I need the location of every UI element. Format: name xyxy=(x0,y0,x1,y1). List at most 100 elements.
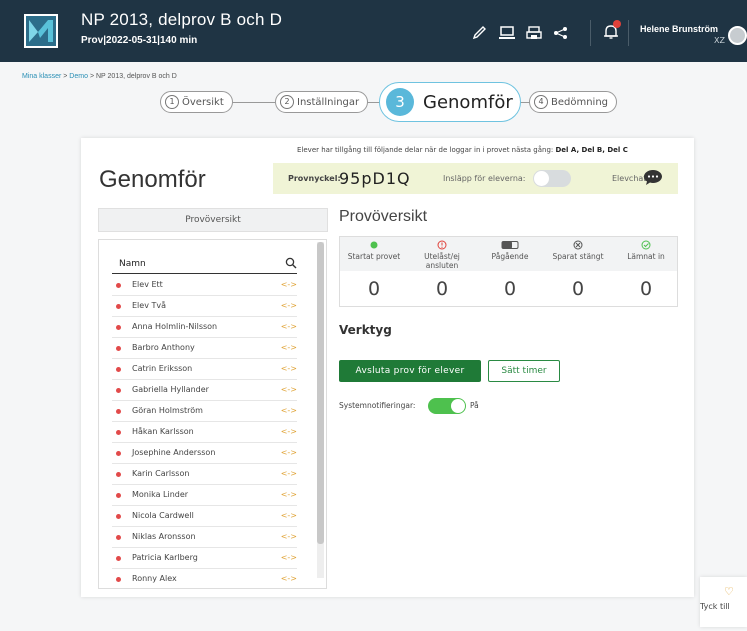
transfer-arrows-icon[interactable]: <-> xyxy=(281,553,297,562)
transfer-arrows-icon[interactable]: <-> xyxy=(281,574,297,583)
chat-icon[interactable] xyxy=(643,169,663,186)
student-row[interactable]: Catrin Eriksson <-> xyxy=(112,359,297,380)
share-icon[interactable] xyxy=(552,26,570,40)
student-name: Anna Holmlin-Nilsson xyxy=(132,322,218,331)
stat-label: Lämnat in xyxy=(627,252,665,261)
student-row[interactable]: Karin Carlsson <-> xyxy=(112,464,297,485)
breadcrumb: Mina klasser > Demo > NP 2013, delprov B… xyxy=(22,73,177,80)
stat-value: 0 xyxy=(367,278,381,300)
transfer-arrows-icon[interactable]: <-> xyxy=(281,448,297,457)
student-name: Niklas Aronsson xyxy=(132,532,196,541)
admission-label: Insläpp för eleverna: xyxy=(443,174,526,183)
transfer-arrows-icon[interactable]: <-> xyxy=(281,385,297,394)
transfer-arrows-icon[interactable]: <-> xyxy=(281,280,297,289)
student-row[interactable]: Niklas Aronsson <-> xyxy=(112,527,297,548)
transfer-arrows-icon[interactable]: <-> xyxy=(281,490,297,499)
pencil-icon[interactable] xyxy=(471,26,489,40)
step-number: 1 xyxy=(165,95,179,109)
status-dot xyxy=(116,493,121,498)
toggle-knob xyxy=(534,171,549,186)
student-name: Gabriella Hyllander xyxy=(132,385,209,394)
student-row[interactable]: Monika Linder <-> xyxy=(112,485,297,506)
student-name: Elev Två xyxy=(132,301,166,310)
step-execute[interactable]: 3 Genomför xyxy=(379,82,521,122)
student-row[interactable]: Anna Holmlin-Nilsson <-> xyxy=(112,317,297,338)
transfer-arrows-icon[interactable]: <-> xyxy=(281,322,297,331)
test-key-value: 95pD1Q xyxy=(339,169,411,188)
search-icon[interactable] xyxy=(285,257,297,269)
feedback-tab[interactable]: ♡ Tyck till xyxy=(700,577,747,627)
end-test-button[interactable]: Avsluta prov för elever xyxy=(339,360,481,382)
step-overview[interactable]: 1 Översikt xyxy=(160,91,233,113)
access-note: Elever har tillgång till följande delar … xyxy=(297,146,628,154)
student-name: Barbro Anthony xyxy=(132,343,195,352)
admission-toggle[interactable] xyxy=(533,170,571,187)
student-row[interactable]: Nicola Cardwell <-> xyxy=(112,506,297,527)
status-dot xyxy=(116,514,121,519)
student-name: Håkan Karlsson xyxy=(132,427,194,436)
step-assessment[interactable]: 4 Bedömning xyxy=(529,91,618,113)
status-dot xyxy=(116,535,121,540)
breadcrumb-separator: > xyxy=(63,73,68,80)
laptop-icon[interactable] xyxy=(498,26,516,40)
system-notifications-toggle[interactable] xyxy=(428,398,466,414)
status-dot xyxy=(116,430,121,435)
breadcrumb-link-classes[interactable]: Mina klasser xyxy=(22,73,61,80)
transfer-arrows-icon[interactable]: <-> xyxy=(281,343,297,352)
stat-label: Utelåst/ej ansluten xyxy=(424,252,460,270)
transfer-arrows-icon[interactable]: <-> xyxy=(281,364,297,373)
step-settings[interactable]: 2 Inställningar xyxy=(275,91,369,113)
step-label: Bedömning xyxy=(551,96,609,108)
name-column-header[interactable]: Namn xyxy=(119,259,146,269)
student-row[interactable]: Barbro Anthony <-> xyxy=(112,338,297,359)
step-connector xyxy=(232,102,275,103)
breadcrumb-separator: > xyxy=(89,73,95,80)
student-row[interactable]: Elev Ett <-> xyxy=(112,275,297,296)
status-dot xyxy=(116,409,121,414)
student-name: Nicola Cardwell xyxy=(132,511,194,520)
set-timer-button[interactable]: Sätt timer xyxy=(488,360,560,382)
student-row[interactable]: Gabriella Hyllander <-> xyxy=(112,380,297,401)
top-bar: NP 2013, delprov B och D Prov|2022-05-31… xyxy=(0,0,747,62)
user-name[interactable]: Helene Brunström xyxy=(640,24,718,34)
tab-overview[interactable]: Provöversikt xyxy=(98,208,328,232)
breadcrumb-link-demo[interactable]: Demo xyxy=(69,73,88,80)
stat-saved-closed: Sparat stängt 0 xyxy=(544,237,612,308)
transfer-arrows-icon[interactable]: <-> xyxy=(281,301,297,310)
scrollbar-thumb[interactable] xyxy=(317,242,324,544)
progress-bar-icon xyxy=(501,241,519,249)
print-icon[interactable] xyxy=(525,26,543,40)
avatar[interactable] xyxy=(728,26,747,45)
transfer-arrows-icon[interactable]: <-> xyxy=(281,427,297,436)
student-row[interactable]: Håkan Karlsson <-> xyxy=(112,422,297,443)
transfer-arrows-icon[interactable]: <-> xyxy=(281,532,297,541)
status-dot xyxy=(116,325,121,330)
check-circle-icon xyxy=(641,240,651,250)
app-logo[interactable] xyxy=(24,14,58,48)
system-notifications-label: Systemnotifieringar: xyxy=(339,401,416,410)
status-dot xyxy=(116,346,121,351)
status-dot xyxy=(116,472,121,477)
student-name: Elev Ett xyxy=(132,280,163,289)
user-initials: XZ xyxy=(714,36,725,45)
test-key-label: Provnyckel: xyxy=(288,174,341,183)
step-label: Översikt xyxy=(182,96,224,108)
transfer-arrows-icon[interactable]: <-> xyxy=(281,406,297,415)
status-dot xyxy=(116,451,121,456)
student-row[interactable]: Göran Holmström <-> xyxy=(112,401,297,422)
student-row[interactable]: Josephine Andersson <-> xyxy=(112,443,297,464)
green-dot-icon xyxy=(370,241,378,249)
test-key-bar: Provnyckel: 95pD1Q Insläpp för eleverna:… xyxy=(273,163,678,194)
student-row[interactable]: Elev Två <-> xyxy=(112,296,297,317)
student-row[interactable]: Patricia Karlberg <-> xyxy=(112,548,297,569)
notification-badge xyxy=(613,20,621,28)
status-dot xyxy=(116,367,121,372)
page-title: NP 2013, delprov B och D xyxy=(81,10,283,29)
stepper: 1 Översikt 2 Inställningar 3 Genomför 4 … xyxy=(0,82,747,122)
transfer-arrows-icon[interactable]: <-> xyxy=(281,511,297,520)
x-circle-icon xyxy=(573,240,583,250)
stat-locked: Utelåst/ej ansluten 0 xyxy=(408,237,476,308)
stat-label: Pågående xyxy=(491,252,529,261)
student-row[interactable]: Ronny Alex <-> xyxy=(112,569,297,588)
transfer-arrows-icon[interactable]: <-> xyxy=(281,469,297,478)
